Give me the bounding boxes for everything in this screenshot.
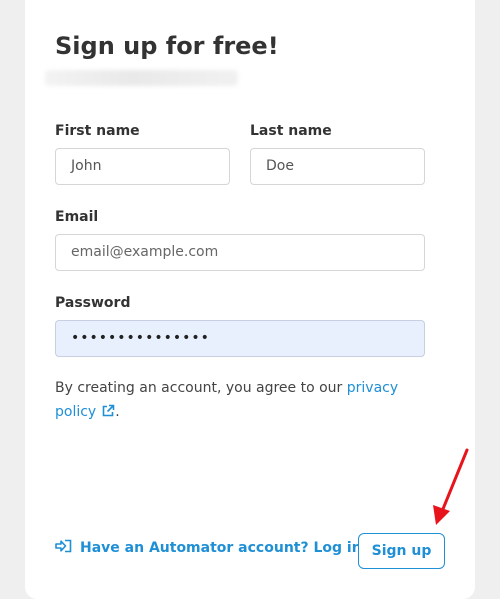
login-link[interactable]: Have an Automator account? Log in — [55, 539, 362, 557]
login-icon — [55, 539, 73, 557]
external-link-icon — [101, 402, 115, 426]
blurred-subtitle — [45, 70, 238, 86]
email-field[interactable]: email@example.com — [55, 234, 425, 271]
email-label: Email — [55, 209, 99, 225]
red-arrow-annotation — [433, 448, 469, 525]
password-field[interactable]: ••••••••••••••• — [55, 320, 425, 357]
first-name-label: First name — [55, 123, 140, 139]
page-title: Sign up for free! — [55, 32, 279, 60]
first-name-field[interactable]: John — [55, 148, 230, 185]
password-label: Password — [55, 295, 131, 311]
signup-button[interactable]: Sign up — [358, 533, 445, 569]
last-name-label: Last name — [250, 123, 332, 139]
signup-card: Sign up for free! First name John Last n… — [25, 0, 475, 599]
agreement-text: By creating an account, you agree to our… — [55, 376, 425, 426]
last-name-field[interactable]: Doe — [250, 148, 425, 185]
login-link-label: Have an Automator account? Log in — [80, 540, 362, 556]
agreement-prefix: By creating an account, you agree to our — [55, 380, 347, 396]
agreement-suffix: . — [115, 404, 120, 420]
